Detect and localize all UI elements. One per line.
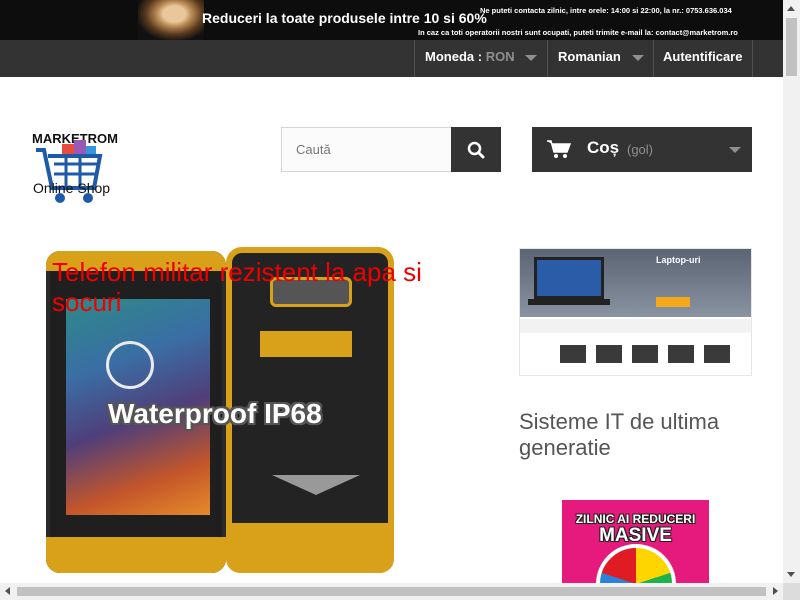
- promo-model-photo: [138, 0, 204, 40]
- currency-selector[interactable]: Moneda : RON: [414, 40, 547, 77]
- currency-label: Moneda :: [425, 49, 483, 64]
- vertical-scrollbar[interactable]: [783, 0, 800, 583]
- laptops-banner[interactable]: Laptop-uri: [519, 248, 752, 376]
- chevron-down-icon: [525, 55, 537, 61]
- laptops-banner-title: Laptop-uri: [656, 255, 701, 265]
- horizontal-scroll-thumb[interactable]: [17, 587, 766, 596]
- currency-value: RON: [485, 49, 515, 64]
- language-label: Romanian: [558, 49, 621, 64]
- sidebar-heading: Sisteme IT de ultima generatie: [519, 409, 720, 460]
- search-icon: [467, 141, 485, 158]
- top-nav-bar: Moneda : RON Romanian Autentificare: [0, 40, 783, 77]
- scroll-right-icon[interactable]: [773, 587, 778, 595]
- search-button[interactable]: [451, 127, 501, 172]
- promo-contact-text: Ne puteti contacta zilnic, intre orele: …: [480, 6, 732, 15]
- scrollbar-corner: [783, 583, 800, 600]
- site-logo[interactable]: MARKETROM Online Shop: [32, 128, 132, 208]
- shopping-cart-logo-icon: [36, 140, 103, 203]
- search-input[interactable]: [281, 127, 452, 172]
- chevron-down-icon: [632, 55, 644, 61]
- cart-label: Coș: [587, 138, 620, 157]
- cart-icon: [547, 140, 571, 158]
- login-link[interactable]: Autentificare: [653, 40, 753, 77]
- language-selector[interactable]: Romanian: [547, 40, 653, 77]
- homepage-slider[interactable]: Waterproof IP68 Telefon militar rezisten…: [36, 243, 476, 583]
- promo-card-text: ZILNIC AI REDUCERI MASIVE: [562, 512, 709, 546]
- promo-card-line1: ZILNIC AI REDUCERI: [575, 512, 696, 526]
- slide-image-caption: Waterproof IP68: [108, 398, 322, 429]
- scroll-left-icon[interactable]: [5, 587, 10, 595]
- scroll-up-icon[interactable]: [787, 6, 795, 11]
- promo-title: Reduceri la toate produsele intre 10 si …: [202, 10, 487, 26]
- slide-title[interactable]: Telefon militar rezistent la apa si socu…: [52, 257, 472, 317]
- chevron-down-icon: [729, 147, 741, 153]
- horizontal-scrollbar[interactable]: [0, 583, 783, 600]
- discounts-promo-banner[interactable]: ZILNIC AI REDUCERI MASIVE: [562, 500, 709, 584]
- logo-subtitle: Online Shop: [33, 180, 111, 196]
- cart-dropdown[interactable]: Coș (gol): [532, 127, 752, 172]
- vertical-scroll-thumb[interactable]: [786, 18, 797, 76]
- prize-wheel-image: [596, 544, 676, 584]
- promo-banner[interactable]: Reduceri la toate produsele intre 10 si …: [0, 0, 783, 40]
- promo-card-line2: MASIVE: [599, 525, 672, 546]
- login-label: Autentificare: [663, 49, 743, 64]
- promo-email-text: In caz ca toti operatorii nostri sunt oc…: [418, 28, 738, 37]
- scroll-down-icon[interactable]: [787, 572, 795, 577]
- cart-status: (gol): [627, 142, 654, 157]
